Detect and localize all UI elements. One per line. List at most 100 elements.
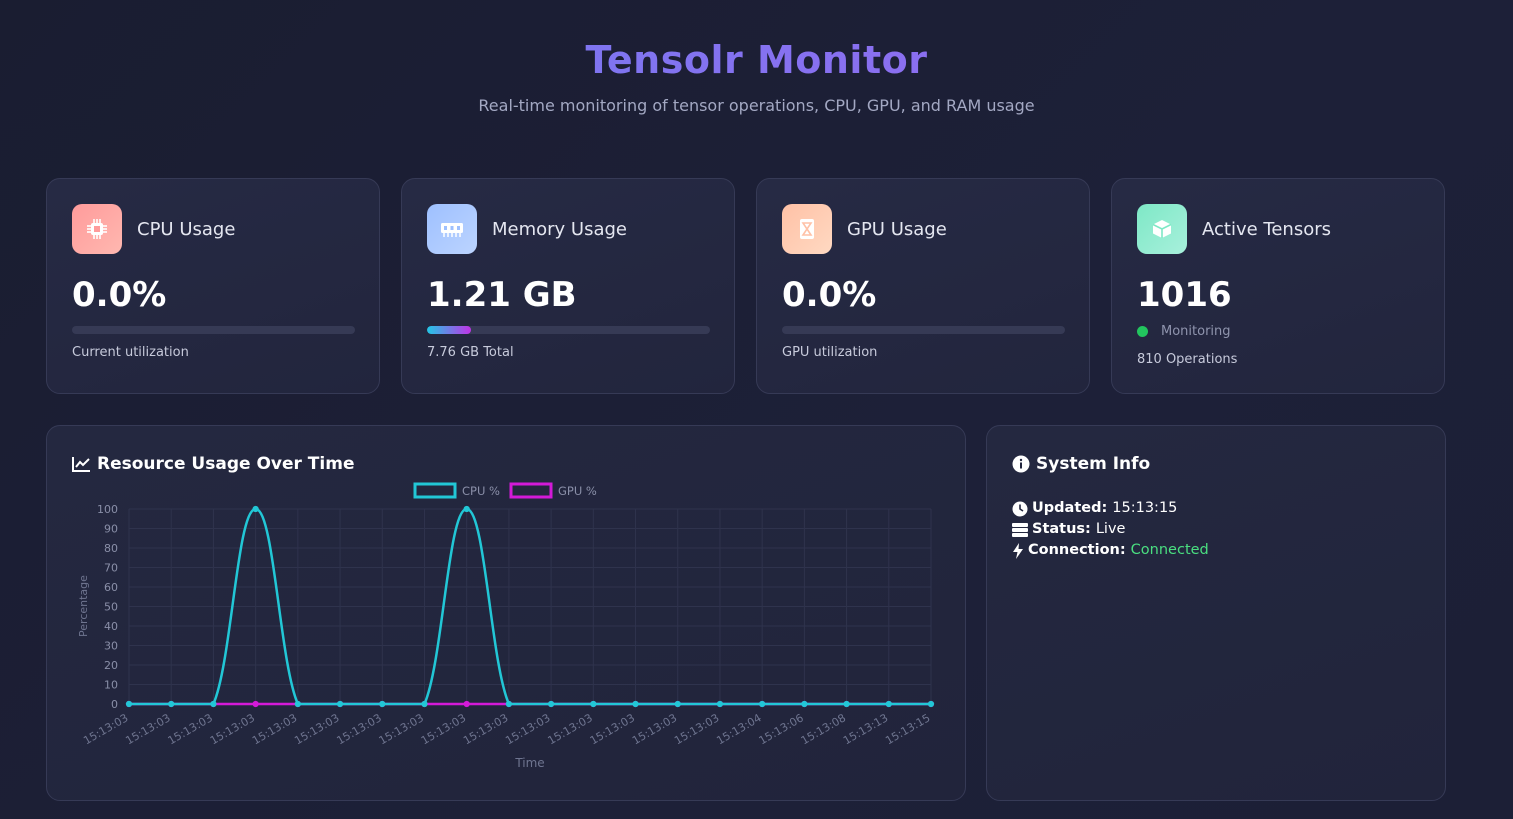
y-tick-label: 40 — [104, 620, 118, 633]
legend-label: GPU % — [558, 484, 597, 498]
clock-icon — [1012, 501, 1028, 516]
legend-swatch — [413, 482, 457, 499]
y-tick-label: 10 — [104, 679, 118, 692]
gpu-subtext: GPU utilization — [782, 345, 878, 360]
memory-card-title: Memory Usage — [492, 219, 628, 240]
cpu-data-point — [336, 700, 344, 708]
memory-subtext: 7.76 GB Total — [427, 345, 514, 360]
updated-value: 15:13:15 — [1112, 500, 1178, 516]
x-tick-label: 15:13:03 — [123, 711, 172, 747]
cpu-data-point — [505, 700, 512, 708]
info-icon — [1012, 455, 1030, 473]
cpu-data-point — [294, 700, 301, 708]
status-label: Status: — [1032, 521, 1091, 537]
connection-value: Connected — [1130, 542, 1209, 558]
bolt-icon — [1013, 542, 1023, 559]
y-tick-label: 20 — [104, 659, 118, 672]
cpu-data-point — [885, 700, 892, 708]
memory-value: 1.21 GB — [427, 275, 577, 315]
gpu-value: 0.0% — [782, 275, 877, 315]
status-value: Live — [1095, 521, 1126, 537]
y-tick-label: 100 — [97, 503, 118, 516]
resource-usage-chart[interactable]: 010203040506070809010015:13:0315:13:0315… — [47, 426, 965, 800]
x-tick-label: 15:13:03 — [334, 711, 383, 747]
cpu-usage-card: CPU Usage 0.0% Current utilization — [46, 178, 380, 394]
updated-row: Updated: 15:13:15 — [1012, 498, 1209, 519]
cpu-data-point — [421, 700, 428, 708]
status-row: Status: Live — [1012, 519, 1209, 540]
x-tick-label: 15:13:06 — [757, 711, 806, 747]
memory-usage-card: Memory Usage 1.21 GB 7.76 GB Total — [401, 178, 735, 394]
cpu-data-point — [759, 700, 766, 708]
system-info-list: Updated: 15:13:15 Status: Live Connectio… — [1012, 498, 1209, 561]
y-tick-label: 60 — [104, 581, 118, 594]
memory-progress-fill — [427, 326, 472, 334]
gpu-data-point — [463, 700, 470, 708]
cpu-data-point — [252, 505, 259, 513]
cpu-data-point — [927, 700, 935, 708]
connection-label: Connection: — [1028, 542, 1126, 558]
x-tick-label: 15:13:03 — [672, 711, 721, 747]
cpu-data-point — [801, 700, 808, 708]
gpu-data-point — [252, 700, 259, 708]
gpu-usage-card: GPU Usage 0.0% GPU utilization — [756, 178, 1090, 394]
x-tick-label: 15:13:03 — [630, 711, 679, 747]
gpu-progress-bar — [782, 326, 1065, 334]
memory-progress-bar — [427, 326, 710, 334]
cpu-subtext: Current utilization — [72, 345, 189, 360]
y-tick-label: 0 — [111, 698, 118, 711]
cpu-data-point — [210, 700, 217, 708]
cpu-data-point — [632, 700, 639, 708]
cpu-data-point — [379, 700, 386, 708]
x-axis-title: Time — [514, 756, 544, 770]
cpu-data-point — [168, 700, 175, 708]
cpu-progress-bar — [72, 326, 355, 334]
memory-icon — [427, 204, 477, 254]
server-icon — [1012, 522, 1028, 537]
x-tick-label: 15:13:03 — [81, 711, 130, 747]
y-tick-label: 50 — [104, 601, 118, 614]
monitoring-label: Monitoring — [1161, 324, 1231, 339]
x-tick-label: 15:13:04 — [714, 711, 763, 747]
x-tick-label: 15:13:03 — [419, 711, 468, 747]
cpu-data-point — [843, 700, 850, 708]
system-info-panel: System Info Updated: 15:13:15 Status: Li… — [986, 425, 1446, 801]
x-tick-label: 15:13:03 — [208, 711, 257, 747]
x-tick-label: 15:13:03 — [166, 711, 215, 747]
x-tick-label: 15:13:03 — [546, 711, 595, 747]
info-title-label: System Info — [1036, 454, 1151, 474]
x-tick-label: 15:13:03 — [461, 711, 510, 747]
y-tick-label: 90 — [104, 523, 118, 536]
x-tick-label: 15:13:08 — [799, 711, 848, 747]
cpu-chip-icon — [72, 204, 122, 254]
cpu-data-point — [716, 700, 724, 708]
cpu-value: 0.0% — [72, 275, 167, 315]
x-tick-label: 15:13:03 — [292, 711, 341, 747]
x-tick-label: 15:13:13 — [841, 711, 890, 747]
x-tick-label: 15:13:03 — [588, 711, 637, 747]
x-tick-label: 15:13:03 — [377, 711, 426, 747]
monitoring-status: Monitoring — [1137, 324, 1231, 339]
page-subtitle: Real-time monitoring of tensor operation… — [478, 96, 1035, 115]
legend-label: CPU % — [462, 484, 500, 498]
gpu-icon — [782, 204, 832, 254]
x-tick-label: 15:13:15 — [883, 711, 932, 747]
x-tick-label: 15:13:03 — [250, 711, 299, 747]
legend-swatch — [509, 482, 553, 499]
cpu-data-point — [548, 700, 555, 708]
page-title: Tensolr Monitor — [0, 38, 1513, 82]
operations-count: 810 Operations — [1137, 352, 1238, 367]
tensors-card-title: Active Tensors — [1202, 219, 1331, 240]
y-tick-label: 80 — [104, 542, 118, 555]
updated-label: Updated: — [1032, 500, 1108, 516]
y-axis-title: Percentage — [77, 575, 90, 637]
cube-icon — [1137, 204, 1187, 254]
status-dot-icon — [1137, 326, 1148, 337]
info-panel-title: System Info — [1012, 454, 1150, 474]
gpu-card-title: GPU Usage — [847, 219, 947, 240]
cpu-data-point — [590, 700, 597, 708]
cpu-data-point — [674, 700, 681, 708]
cpu-data-point — [125, 700, 133, 708]
active-tensors-card: Active Tensors 1016 Monitoring 810 Opera… — [1111, 178, 1445, 394]
cpu-card-title: CPU Usage — [137, 219, 236, 240]
